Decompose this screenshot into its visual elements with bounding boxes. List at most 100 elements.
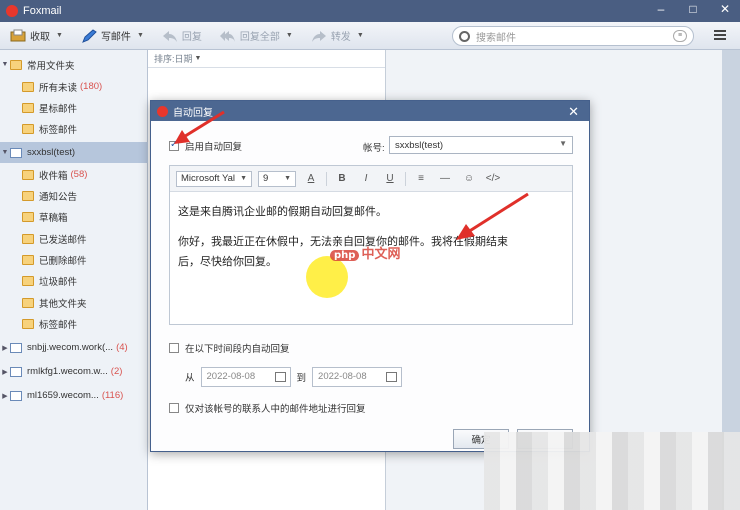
blurred-region — [484, 432, 740, 510]
from-date-input[interactable]: 2022-08-08 — [200, 367, 291, 387]
annotation-arrow-icon — [174, 110, 225, 144]
inbox-icon — [22, 169, 34, 180]
sidebar-item-drafts[interactable]: 草稿箱 — [0, 206, 148, 227]
folder-icon — [22, 233, 34, 244]
time-range-checkbox[interactable] — [169, 343, 179, 353]
date-range: 从 2022-08-08 到 2022-08-08 — [185, 367, 403, 387]
only-contacts-checkbox[interactable] — [169, 403, 179, 413]
time-range-row[interactable]: 在以下时间段内自动回复 — [169, 341, 290, 355]
compose-button[interactable]: 写邮件 ▼ — [81, 28, 144, 43]
mail-account-icon — [10, 342, 22, 353]
reply-arrow-icon — [162, 30, 177, 42]
mail-account-icon — [10, 390, 22, 401]
php-watermark: php 中文网 — [330, 243, 400, 262]
sidebar-item-starred[interactable]: 星标邮件 — [0, 97, 148, 118]
foxmail-logo-icon — [6, 5, 18, 17]
inbox-tray-icon — [10, 29, 26, 41]
sidebar-item-all-unread[interactable]: 所有未读 (180) — [0, 76, 148, 97]
calendar-icon[interactable] — [386, 372, 398, 382]
main-toolbar: 收取 ▼ 写邮件 ▼ 回复 回复全部 ▼ 转发 ▼ 搜索邮件 ≡ — [0, 22, 740, 50]
sidebar-group-common[interactable]: ▼ 常用文件夹 — [0, 54, 148, 75]
auto-reply-dialog: 自动回复 ✕ 启用自动回复 帐号: sxxbsl(test) ▼ Microso… — [150, 100, 590, 452]
folder-icon — [10, 59, 22, 70]
search-box[interactable]: 搜索邮件 ≡ — [452, 26, 694, 46]
chevron-down-icon: ▼ — [559, 139, 567, 148]
font-size-select[interactable]: 9 ▼ — [258, 170, 296, 187]
folder-icon — [22, 190, 34, 201]
align-icon[interactable]: ≡ — [412, 173, 430, 184]
sidebar-item-inbox[interactable]: 收件箱 (58) — [0, 164, 148, 185]
foxmail-logo-icon — [157, 105, 168, 117]
sidebar-account-ml1659[interactable]: ▶ ml1659.wecom... (116) — [0, 385, 148, 406]
only-contacts-label: 仅对该帐号的联系人中的邮件地址进行回复 — [185, 404, 366, 415]
chevron-down-icon: ▼ — [1, 61, 9, 68]
search-icon — [459, 30, 470, 42]
account-select[interactable]: sxxbsl(test) ▼ — [389, 136, 573, 154]
folder-icon — [22, 254, 34, 265]
sidebar-item-deleted[interactable]: 已删除邮件 — [0, 249, 148, 270]
folder-icon — [22, 275, 34, 286]
chevron-down-icon: ▼ — [285, 32, 293, 39]
window-controls: – □ ✕ — [652, 2, 734, 16]
chevron-down-icon: ▼ — [240, 175, 247, 182]
calendar-icon[interactable] — [274, 372, 286, 382]
search-options-icon[interactable]: ≡ — [673, 30, 687, 42]
chevron-down-icon: ▼ — [356, 32, 364, 39]
menu-icon[interactable] — [714, 30, 726, 42]
sidebar-item-spam[interactable]: 垃圾邮件 — [0, 270, 148, 291]
minimize-button[interactable]: – — [652, 2, 670, 16]
sidebar-item-tagged[interactable]: 标签邮件 — [0, 118, 148, 139]
reply-button[interactable]: 回复 — [162, 28, 202, 43]
chevron-down-icon: ▼ — [136, 32, 144, 39]
toolbar-separator — [326, 171, 327, 186]
forward-arrow-icon — [311, 30, 326, 42]
reply-all-button[interactable]: 回复全部 ▼ — [219, 28, 293, 43]
receive-button[interactable]: 收取 ▼ — [10, 28, 63, 43]
chevron-right-icon: ▶ — [2, 344, 8, 352]
time-range-label: 在以下时间段内自动回复 — [185, 344, 290, 355]
chevron-down-icon: ▼ — [56, 32, 63, 39]
chevron-right-icon: ▶ — [2, 392, 8, 400]
toolbar-separator — [405, 171, 406, 186]
font-family-select[interactable]: Microsoft Yal ▼ — [176, 170, 252, 187]
sort-dropdown[interactable]: 排序:日期 ▼ — [148, 50, 385, 68]
forward-button[interactable]: 转发 ▼ — [311, 28, 364, 43]
sidebar-account-main[interactable]: ▼ sxxbsl(test) — [0, 142, 148, 163]
mail-account-icon — [10, 147, 22, 158]
underline-button[interactable]: U — [381, 173, 399, 184]
folder-icon — [22, 123, 34, 134]
sidebar-item-sent[interactable]: 已发送邮件 — [0, 228, 148, 249]
folder-icon — [22, 318, 34, 329]
folder-sidebar: ▼ 常用文件夹 所有未读 (180) 星标邮件 标签邮件 ▼ sxxbsl(te… — [0, 50, 148, 510]
sidebar-account-snbjj[interactable]: ▶ snbjj.wecom.work(... (4) — [0, 337, 148, 358]
sidebar-account-rmlkfg1[interactable]: ▶ rmlkfg1.wecom.w... (2) — [0, 361, 148, 382]
pen-icon — [82, 28, 97, 43]
chevron-down-icon: ▼ — [194, 55, 202, 62]
from-label: 从 — [185, 373, 195, 384]
bold-button[interactable]: B — [333, 173, 351, 184]
folder-icon — [22, 102, 34, 113]
sidebar-item-notices[interactable]: 通知公告 — [0, 185, 148, 206]
to-date-input[interactable]: 2022-08-08 — [312, 367, 403, 387]
italic-button[interactable]: I — [357, 173, 375, 184]
folder-icon — [22, 211, 34, 222]
sidebar-item-account-tagged[interactable]: 标签邮件 — [0, 313, 148, 334]
annotation-arrow-icon — [456, 192, 529, 240]
maximize-button[interactable]: □ — [684, 2, 702, 16]
horizontal-rule-icon[interactable]: — — [436, 173, 454, 184]
folder-icon — [22, 297, 34, 308]
title-bar: Foxmail – □ ✕ — [0, 0, 740, 22]
reply-all-icon — [219, 30, 235, 42]
emoji-icon[interactable]: ☺ — [460, 173, 478, 184]
source-code-icon[interactable]: </> — [484, 173, 502, 184]
search-input[interactable]: 搜索邮件 — [476, 29, 516, 44]
sidebar-item-other[interactable]: 其他文件夹 — [0, 292, 148, 313]
chevron-right-icon: ▶ — [2, 368, 8, 376]
folder-icon — [22, 81, 34, 92]
close-window-button[interactable]: ✕ — [716, 2, 734, 16]
font-color-button[interactable]: A — [302, 173, 320, 184]
chevron-down-icon: ▼ — [1, 149, 9, 156]
mail-account-icon — [10, 366, 22, 377]
only-contacts-row[interactable]: 仅对该帐号的联系人中的邮件地址进行回复 — [169, 401, 366, 415]
dialog-close-button[interactable]: ✕ — [568, 104, 579, 120]
